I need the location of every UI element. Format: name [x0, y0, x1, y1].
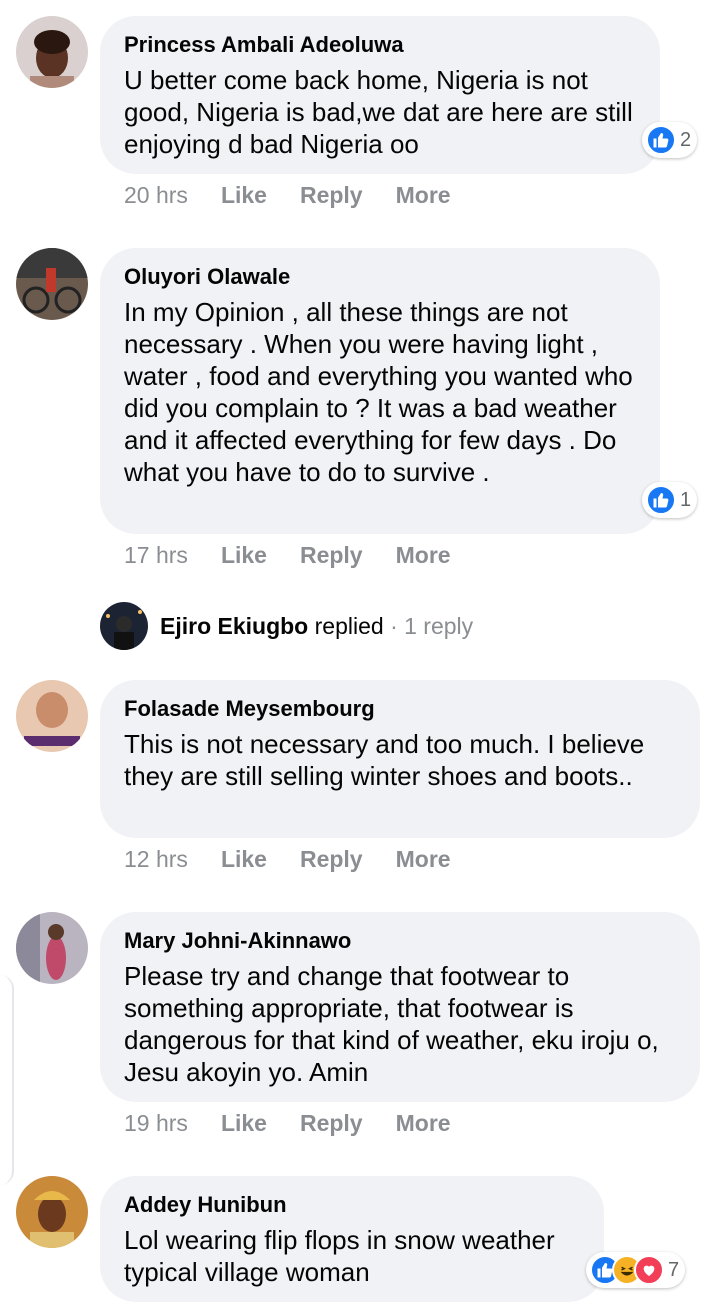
like-button[interactable]: Like [221, 182, 267, 209]
comment-author[interactable]: Folasade Meysembourg [124, 694, 676, 724]
scroll-edge [0, 975, 14, 1185]
reply-button[interactable]: Reply [300, 846, 363, 873]
comment-time[interactable]: 20 hrs [124, 182, 188, 209]
reply-count[interactable]: 1 reply [404, 613, 473, 639]
comment-actions: 17 hrs Like Reply More [124, 542, 484, 569]
comment-text: Please try and change that footwear to s… [124, 961, 659, 1087]
reply-preview[interactable]: Ejiro Ekiugbo replied · 1 reply [100, 602, 473, 650]
avatar[interactable] [16, 1176, 88, 1248]
comment-bubble: Oluyori Olawale In my Opinion , all thes… [100, 248, 660, 534]
comment-time[interactable]: 19 hrs [124, 1110, 188, 1137]
reply-button[interactable]: Reply [300, 182, 363, 209]
reply-summary[interactable]: Ejiro Ekiugbo replied · 1 reply [160, 613, 473, 640]
reaction-count: 7 [668, 1258, 680, 1281]
comment-bubble: Addey Hunibun Lol wearing flip flops in … [100, 1176, 604, 1302]
comment-text: U better come back home, Nigeria is not … [124, 65, 633, 159]
more-button[interactable]: More [396, 182, 451, 209]
reaction-summary[interactable]: 7 [586, 1252, 686, 1288]
avatar[interactable] [16, 912, 88, 984]
reaction-count: 2 [680, 128, 692, 151]
more-button[interactable]: More [396, 542, 451, 569]
comment-bubble: Folasade Meysembourg This is not necessa… [100, 680, 700, 838]
like-button[interactable]: Like [221, 542, 267, 569]
reply-button[interactable]: Reply [300, 542, 363, 569]
like-reaction-icon [646, 485, 676, 515]
more-button[interactable]: More [396, 1110, 451, 1137]
reply-separator: · [390, 612, 398, 639]
comment-actions: 19 hrs Like Reply More [124, 1110, 484, 1137]
avatar[interactable] [16, 680, 88, 752]
reaction-count: 1 [680, 488, 692, 511]
love-reaction-icon [634, 1255, 664, 1285]
avatar[interactable] [16, 16, 88, 88]
comment-actions: 20 hrs Like Reply More [124, 182, 484, 209]
like-button[interactable]: Like [221, 846, 267, 873]
avatar[interactable] [16, 248, 88, 320]
comment-actions: 12 hrs Like Reply More [124, 846, 484, 873]
like-reaction-icon [646, 125, 676, 155]
comment-time[interactable]: 17 hrs [124, 542, 188, 569]
avatar [100, 602, 148, 650]
comment-text: Lol wearing flip flops in snow weather t… [124, 1225, 555, 1287]
comment-bubble: Mary Johni-Akinnawo Please try and chang… [100, 912, 700, 1102]
comment-text: In my Opinion , all these things are not… [124, 297, 633, 487]
comment-author[interactable]: Oluyori Olawale [124, 262, 636, 292]
reaction-summary[interactable]: 2 [642, 122, 698, 158]
comment-author[interactable]: Mary Johni-Akinnawo [124, 926, 676, 956]
more-button[interactable]: More [396, 846, 451, 873]
reply-author[interactable]: Ejiro Ekiugbo [160, 613, 308, 639]
comment-author[interactable]: Addey Hunibun [124, 1190, 580, 1220]
comment-time[interactable]: 12 hrs [124, 846, 188, 873]
comment-author[interactable]: Princess Ambali Adeoluwa [124, 30, 636, 60]
comment-text: This is not necessary and too much. I be… [124, 729, 645, 791]
comment-bubble: Princess Ambali Adeoluwa U better come b… [100, 16, 660, 174]
reply-action: replied [314, 612, 384, 639]
reaction-summary[interactable]: 1 [642, 482, 698, 518]
like-button[interactable]: Like [221, 1110, 267, 1137]
reply-button[interactable]: Reply [300, 1110, 363, 1137]
